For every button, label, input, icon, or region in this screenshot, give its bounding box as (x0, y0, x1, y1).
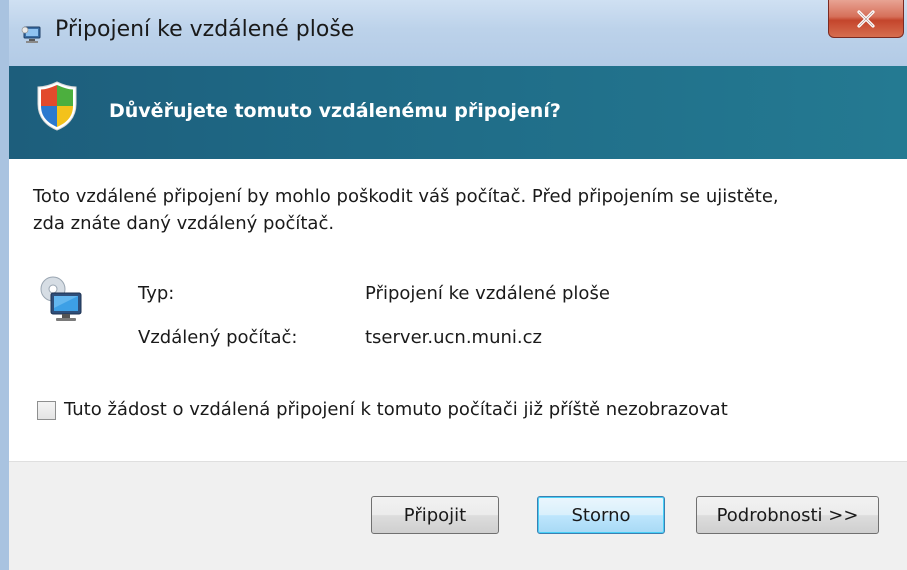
header-banner: Důvěřujete tomuto vzdálenému připojení? (9, 66, 907, 159)
type-label: Typ: (138, 283, 175, 304)
remote-computer-label: Vzdálený počítač: (138, 327, 298, 348)
button-bar: Připojit Storno Podrobnosti >> (9, 461, 907, 570)
close-button[interactable] (828, 0, 904, 38)
warning-message-line: Toto vzdálené připojení by mohlo poškodi… (33, 186, 779, 207)
dialog-content: Toto vzdálené připojení by mohlo poškodi… (9, 159, 907, 461)
close-icon (857, 9, 875, 28)
header-question: Důvěřujete tomuto vzdálenému připojení? (109, 100, 561, 122)
connect-button[interactable]: Připojit (371, 496, 499, 534)
title-bar: Připojení ke vzdálené ploše (0, 0, 907, 66)
security-shield-icon (35, 80, 79, 132)
remote-computer-icon (37, 275, 87, 325)
window-border (0, 66, 9, 570)
remote-computer-value: tserver.ucn.muni.cz (365, 327, 542, 348)
dont-ask-again-label[interactable]: Tuto žádost o vzdálená připojení k tomut… (64, 399, 728, 420)
warning-message: Toto vzdálené připojení by mohlo poškodi… (33, 183, 903, 237)
dont-ask-again-checkbox[interactable] (37, 401, 56, 420)
warning-message-line: zda znáte daný vzdálený počítač. (33, 213, 335, 234)
details-button[interactable]: Podrobnosti >> (696, 496, 879, 534)
remote-desktop-app-icon (21, 25, 43, 45)
window-title: Připojení ke vzdálené ploše (55, 17, 355, 42)
cancel-button[interactable]: Storno (537, 496, 665, 534)
type-value: Připojení ke vzdálené ploše (365, 283, 610, 304)
